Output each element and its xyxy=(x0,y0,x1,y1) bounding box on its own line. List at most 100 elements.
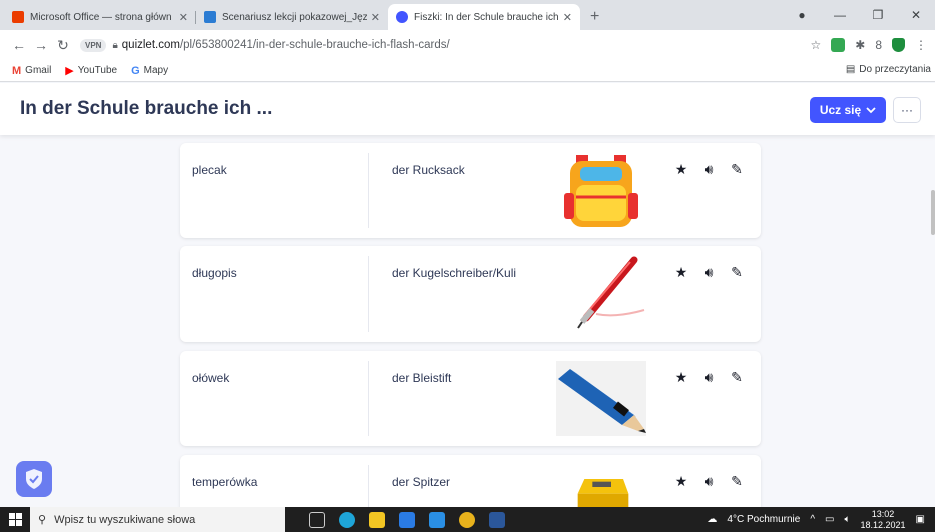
window-controls: ● — ❐ ✕ xyxy=(783,0,935,30)
notifications-icon[interactable]: ▣ xyxy=(916,514,925,525)
bookmark-star-icon[interactable]: ☆ xyxy=(810,38,821,52)
close-window-icon[interactable]: ✕ xyxy=(897,8,935,22)
star-icon[interactable]: ★ xyxy=(674,369,688,386)
taskbar-apps xyxy=(309,511,505,528)
card-term: ołówek xyxy=(192,371,230,385)
taskbar-search-input[interactable]: ⚲ Wpisz tu wyszukiwane słowa xyxy=(30,507,285,532)
menu-kebab-icon[interactable]: ⋮ xyxy=(915,38,927,52)
restore-icon[interactable]: ❐ xyxy=(859,8,897,22)
more-options-button[interactable]: ··· xyxy=(893,97,921,123)
bookmark-label: Gmail xyxy=(25,65,52,76)
card-divider xyxy=(368,153,369,228)
audio-icon[interactable]: 🔊︎ xyxy=(702,369,716,386)
start-button[interactable] xyxy=(0,507,30,532)
maps-icon: G xyxy=(131,64,140,77)
card-definition: der Spitzer xyxy=(392,475,451,489)
url-domain: quizlet.com xyxy=(121,39,180,51)
chrome-icon[interactable] xyxy=(459,511,475,528)
forward-icon[interactable]: → xyxy=(30,37,52,53)
profile-dot-icon[interactable]: ● xyxy=(783,8,821,22)
chevron-down-icon xyxy=(866,106,876,113)
card-actions: ★ 🔊︎ ✎ xyxy=(674,161,744,178)
tray-chevron-up-icon[interactable]: ^ xyxy=(810,514,815,525)
reading-list-button[interactable]: ▤ Do przeczytania xyxy=(846,64,931,75)
audio-icon[interactable]: 🔊︎ xyxy=(702,264,716,281)
address-bar: ← → ↻ VPN 🔒︎ quizlet.com/pl/653800241/in… xyxy=(0,30,935,60)
bookmark-youtube[interactable]: ▶ YouTube xyxy=(65,64,117,77)
browser-tab-quizlet[interactable]: Fiszki: In der Schule brauche ich ✕ xyxy=(388,4,580,30)
lock-icon[interactable]: 🔒︎ xyxy=(112,40,117,51)
minimize-icon[interactable]: — xyxy=(821,8,859,22)
bookmarks-bar: M Gmail ▶ YouTube G Mapy ▤ Do przeczytan… xyxy=(0,60,935,82)
edge-icon[interactable] xyxy=(339,511,355,528)
bookmark-label: YouTube xyxy=(77,65,118,76)
vpn-badge[interactable]: VPN xyxy=(80,38,107,52)
gmail-icon: M xyxy=(12,64,22,77)
new-tab-button[interactable]: + xyxy=(590,8,599,26)
bookmark-label: Mapy xyxy=(143,65,169,76)
star-icon[interactable]: ★ xyxy=(674,473,688,490)
quizlet-favicon-icon xyxy=(396,11,408,23)
search-icon: ⚲ xyxy=(38,514,47,526)
search-placeholder: Wpisz tu wyszukiwane słowa xyxy=(54,513,196,526)
file-explorer-icon[interactable] xyxy=(369,511,385,528)
tab-close-icon[interactable]: ✕ xyxy=(179,11,188,24)
system-tray: ☁ 4°C Pochmurnie ^ ▭ 🔈︎ 13:02 18.12.2021… xyxy=(707,507,925,532)
backpack-image xyxy=(564,155,638,227)
set-header: In der Schule brauche ich ... Ucz się ··… xyxy=(0,83,935,135)
profile-icon[interactable]: 8 xyxy=(875,38,882,52)
pencil-image xyxy=(556,361,646,436)
volume-icon[interactable]: 🔈︎ xyxy=(845,514,851,525)
security-shield-widget[interactable] xyxy=(16,461,52,497)
edit-pencil-icon[interactable]: ✎ xyxy=(730,264,744,281)
browser-tab-office[interactable]: Microsoft Office — strona główn ✕ xyxy=(4,4,196,30)
tab-title: Microsoft Office — strona główn xyxy=(30,11,172,23)
url-field[interactable]: quizlet.com/pl/653800241/in-der-schule-b… xyxy=(122,39,811,51)
clock[interactable]: 13:02 18.12.2021 xyxy=(861,509,906,531)
browser-tab-scenariusz[interactable]: Scenariusz lekcji pokazowej_Języ ✕ xyxy=(196,4,388,30)
term-card: temperówka der Spitzer ★ 🔊︎ ✎ xyxy=(180,455,761,515)
bookmark-mapy[interactable]: G Mapy xyxy=(131,65,168,77)
store-icon[interactable] xyxy=(399,511,415,528)
tab-title: Fiszki: In der Schule brauche ich xyxy=(414,11,559,23)
card-term: plecak xyxy=(192,163,227,177)
card-actions: ★ 🔊︎ ✎ xyxy=(674,369,744,386)
audio-icon[interactable]: 🔊︎ xyxy=(702,473,716,490)
windows-logo-icon xyxy=(8,513,22,526)
star-icon[interactable]: ★ xyxy=(674,264,688,281)
card-definition: der Bleistift xyxy=(392,371,452,385)
edit-pencil-icon[interactable]: ✎ xyxy=(730,369,744,386)
shield-check-icon xyxy=(26,469,42,489)
learn-button[interactable]: Ucz się xyxy=(810,97,886,123)
task-view-icon[interactable] xyxy=(309,511,325,528)
word-icon[interactable] xyxy=(489,511,505,528)
network-icon[interactable]: ▭ xyxy=(825,514,834,525)
tab-title: Scenariusz lekcji pokazowej_Języ xyxy=(222,11,367,23)
term-card: plecak der Rucksack ★ 🔊︎ ✎ xyxy=(180,143,761,238)
tab-close-icon[interactable]: ✕ xyxy=(563,11,572,24)
extensions-puzzle-icon[interactable]: ✱ xyxy=(855,38,865,52)
term-card: długopis der Kugelschreiber/Kuli ★ 🔊︎ ✎ xyxy=(180,246,761,342)
weather-cloud-icon[interactable]: ☁ xyxy=(707,514,717,525)
audio-icon[interactable]: 🔊︎ xyxy=(702,161,716,178)
shield-extension-icon[interactable] xyxy=(892,38,905,52)
url-path: /pl/653800241/in-der-schule-brauche-ich-… xyxy=(179,39,450,51)
learn-button-label: Ucz się xyxy=(819,103,862,117)
edit-pencil-icon[interactable]: ✎ xyxy=(730,161,744,178)
word-favicon-icon xyxy=(204,11,216,23)
page-scrollbar-thumb[interactable] xyxy=(931,190,935,235)
card-actions: ★ 🔊︎ ✎ xyxy=(674,264,744,281)
clock-date: 18.12.2021 xyxy=(860,519,906,530)
back-icon[interactable]: ← xyxy=(8,37,30,53)
tab-close-icon[interactable]: ✕ xyxy=(371,11,380,24)
weather-text[interactable]: 4°C Pochmurnie xyxy=(727,514,800,525)
star-icon[interactable]: ★ xyxy=(674,161,688,178)
mail-icon[interactable] xyxy=(429,511,445,528)
pen-image xyxy=(577,256,645,329)
bookmark-gmail[interactable]: M Gmail xyxy=(12,65,51,77)
edit-pencil-icon[interactable]: ✎ xyxy=(730,473,744,490)
extensions-area: ☆ ✱ 8 ⋮ xyxy=(810,38,927,52)
browser-tab-strip: Microsoft Office — strona główn ✕ Scenar… xyxy=(0,0,935,30)
reload-icon[interactable]: ↻ xyxy=(52,37,74,54)
translate-extension-icon[interactable] xyxy=(831,38,846,52)
